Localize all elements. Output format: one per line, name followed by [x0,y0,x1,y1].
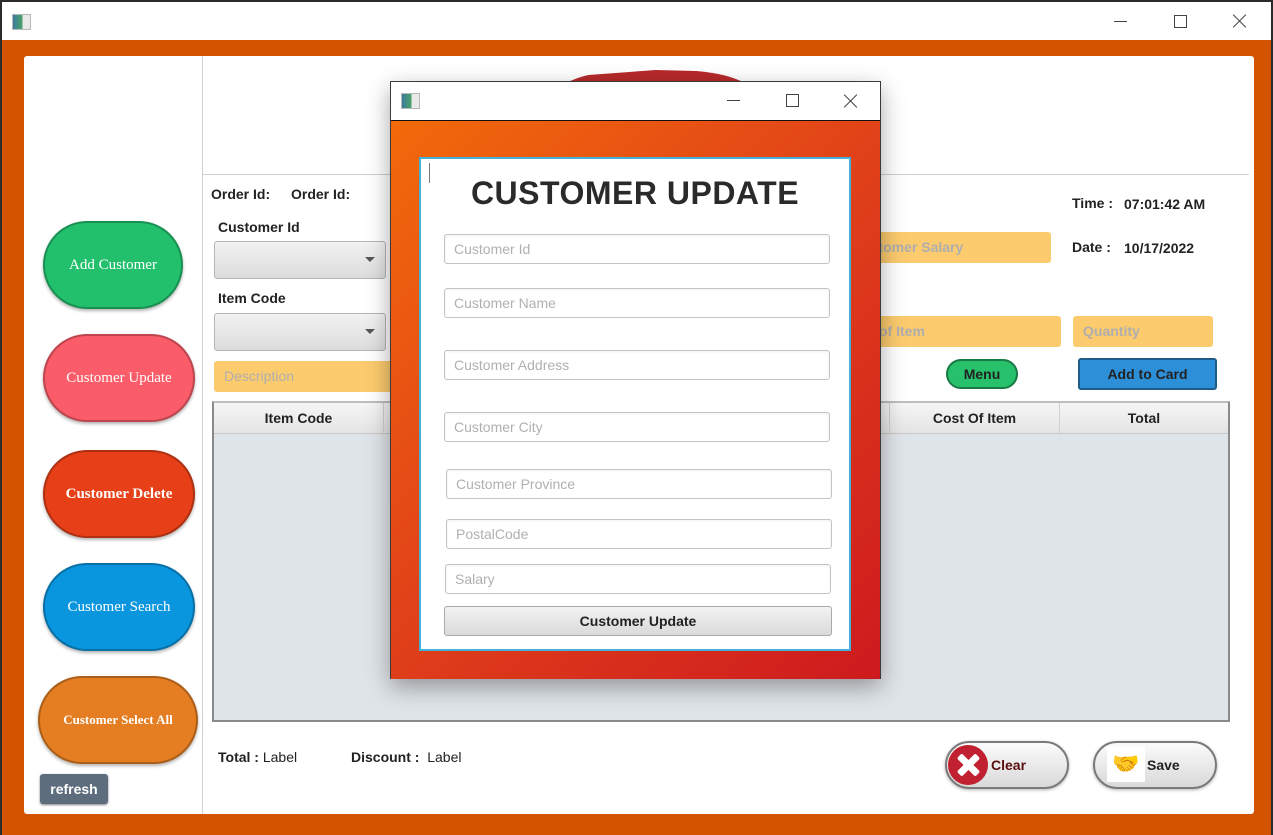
customer-update-form: CUSTOMER UPDATE Customer Id Customer Nam… [419,157,851,651]
minimize-button[interactable] [1091,2,1149,40]
sidebar: Add Customer Customer Update Customer De… [24,56,203,814]
save-label: Save [1147,757,1180,773]
customer-update-submit-button[interactable]: Customer Update [444,606,832,636]
item-code-label: Item Code [218,290,286,306]
column-header-cost-of-item[interactable]: Cost Of Item [890,403,1060,433]
customer-delete-button[interactable]: Customer Delete [43,450,195,538]
close-icon [1233,14,1247,28]
customer-update-button[interactable]: Customer Update [43,334,195,422]
handshake-icon: 🤝 [1107,746,1145,782]
discount-row: Discount : Label [351,749,462,765]
minimize-icon [1113,20,1127,22]
maximize-button[interactable] [1151,2,1209,40]
item-code-combobox[interactable] [214,313,386,351]
customer-salary-field[interactable]: Customer Salary [864,232,1051,263]
postal-code-input[interactable]: PostalCode [446,519,832,549]
date-label: Date : [1072,239,1111,255]
close-button[interactable] [1211,2,1269,40]
minimize-icon [726,100,740,101]
clear-label: Clear [991,757,1027,773]
customer-province-input[interactable]: Customer Province [446,469,832,499]
description-field[interactable]: Description [214,361,404,392]
cost-of-item-field[interactable]: Cost of Item [864,316,1061,347]
total-row: Total : Label [218,749,297,765]
order-id-value: Order Id: [291,186,351,202]
customer-select-all-button[interactable]: Customer Select All [38,676,198,764]
column-header-total[interactable]: Total [1060,403,1228,433]
maximize-icon [785,94,799,107]
customer-name-input[interactable]: Customer Name [444,288,830,318]
dialog-maximize-button[interactable] [763,82,821,119]
dialog-titlebar [391,82,880,119]
salary-input[interactable]: Salary [445,564,831,594]
close-icon [844,94,858,108]
customer-address-input[interactable]: Customer Address [444,350,830,380]
time-label: Time : [1072,195,1113,211]
maximize-icon [1173,14,1187,28]
clear-button[interactable]: Clear [945,741,1069,789]
save-button[interactable]: 🤝 Save [1093,741,1217,789]
total-value: Label [262,749,298,765]
customer-id-input[interactable]: Customer Id [444,234,830,264]
refresh-button[interactable]: refresh [40,774,108,804]
column-header-item-code[interactable]: Item Code [214,403,384,433]
order-id-label: Order Id: [211,186,271,202]
customer-id-combobox[interactable] [214,241,386,279]
dialog-minimize-button[interactable] [704,82,762,119]
dialog-window-icon [401,93,420,109]
customer-city-input[interactable]: Customer City [444,412,830,442]
add-to-card-button[interactable]: Add to Card [1078,358,1217,390]
clear-x-icon [948,745,988,785]
customer-update-dialog: CUSTOMER UPDATE Customer Id Customer Nam… [390,81,881,679]
add-customer-button[interactable]: Add Customer [43,221,183,309]
date-value: 10/17/2022 [1124,240,1195,256]
discount-label: Discount : [351,749,420,765]
dialog-title: CUSTOMER UPDATE [470,175,800,211]
main-titlebar [2,2,1271,40]
customer-search-button[interactable]: Customer Search [43,563,195,651]
dialog-body: CUSTOMER UPDATE Customer Id Customer Nam… [391,120,880,679]
discount-value: Label [427,749,462,765]
dialog-close-button[interactable] [822,82,880,119]
menu-button[interactable]: Menu [946,359,1018,389]
total-label: Total : [218,749,259,765]
app-window-icon [12,14,31,30]
customer-id-label: Customer Id [218,219,300,235]
time-value: 07:01:42 AM [1124,196,1206,212]
quantity-field[interactable]: Quantity [1073,316,1213,347]
